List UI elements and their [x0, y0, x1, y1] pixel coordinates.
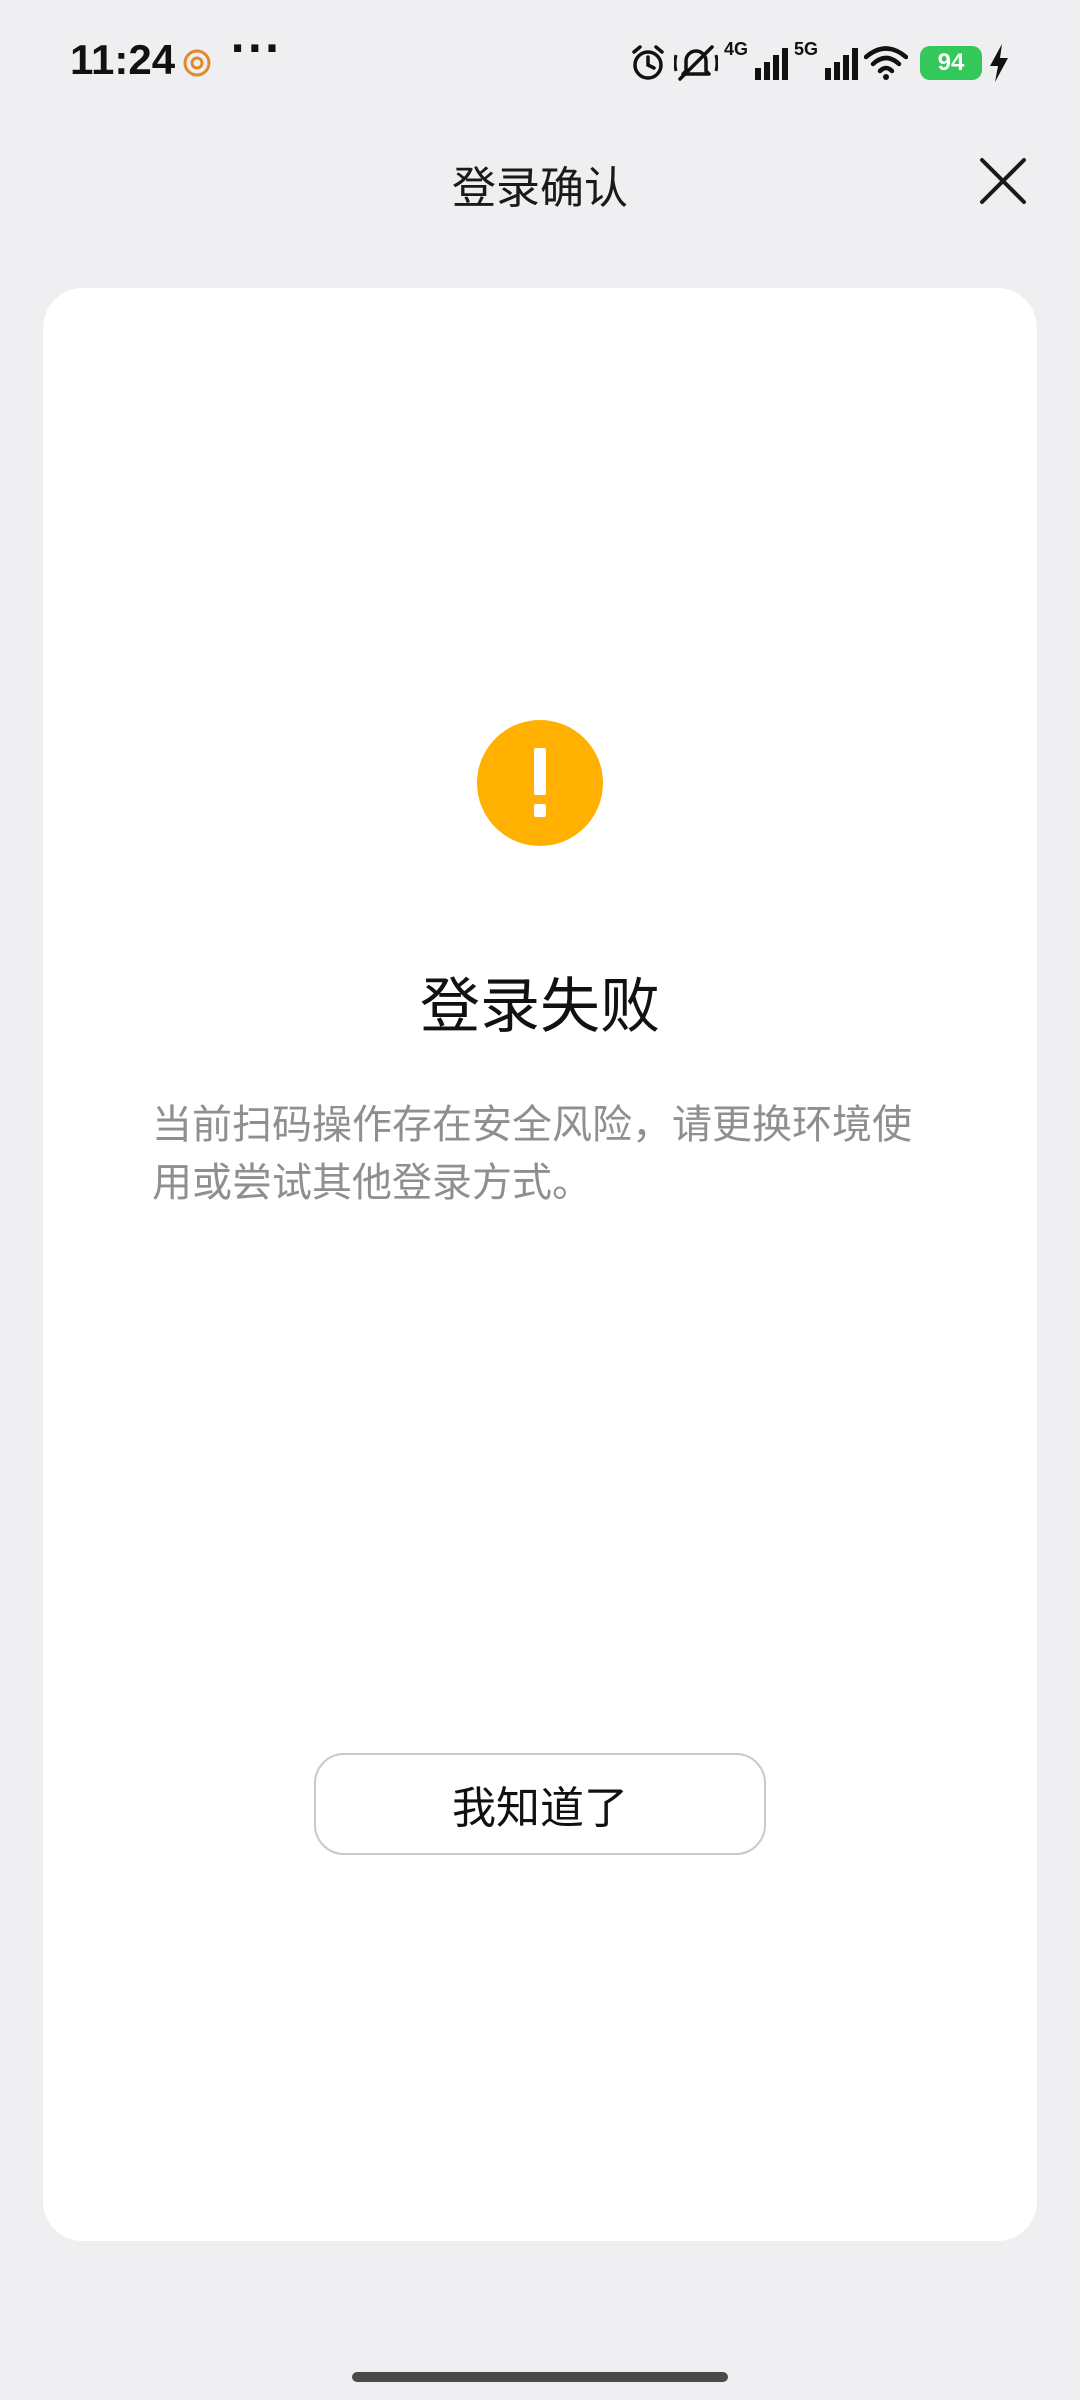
- result-card: 登录失败 当前扫码操作存在安全风险，请更换环境使用或尝试其他登录方式。 我知道了: [43, 288, 1037, 2241]
- status-bar: 11:24 ··· 4G 5G 94: [0, 0, 1080, 130]
- page-header: 登录确认: [0, 130, 1080, 240]
- home-indicator[interactable]: [352, 2372, 728, 2382]
- result-description: 当前扫码操作存在安全风险，请更换环境使用或尝试其他登录方式。: [152, 1102, 912, 1206]
- signal-4g-icon: [754, 46, 788, 80]
- mute-icon: [673, 43, 718, 83]
- net-5g-label: 5G: [793, 38, 818, 59]
- page-title: 登录确认: [452, 163, 628, 214]
- status-time: 11:24: [70, 36, 176, 83]
- close-icon: [979, 157, 1027, 209]
- result-title: 登录失败: [420, 972, 660, 1042]
- acknowledge-button[interactable]: 我知道了: [314, 1753, 766, 1855]
- warning-icon: [477, 720, 603, 846]
- charging-icon: [988, 43, 1010, 83]
- wifi-icon: [864, 46, 908, 80]
- status-icons: 4G 5G 94: [628, 38, 1010, 88]
- close-button[interactable]: [972, 152, 1034, 214]
- battery-icon: 94: [920, 46, 982, 80]
- alarm-icon: [628, 43, 668, 83]
- net-4g-label: 4G: [723, 38, 748, 59]
- app-notification-icon: [182, 48, 212, 78]
- signal-5g-icon: [824, 46, 858, 80]
- status-more-icon: ···: [230, 26, 282, 72]
